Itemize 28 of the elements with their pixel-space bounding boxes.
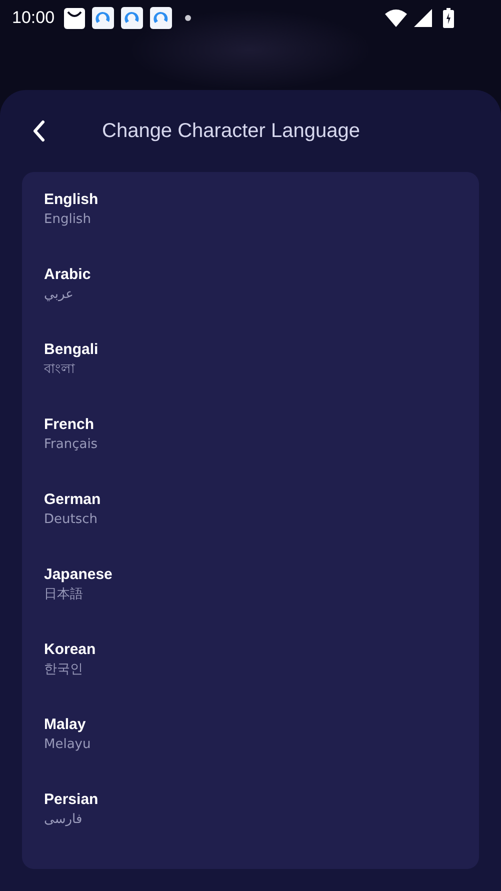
signal-icon xyxy=(414,9,432,27)
language-name[interactable]: Japanese xyxy=(44,565,112,585)
language-name[interactable]: Malay xyxy=(44,715,86,735)
language-native-name: فارسی xyxy=(44,811,82,829)
language-name[interactable]: Bengali xyxy=(44,340,98,360)
notification-dot-icon xyxy=(184,15,191,21)
battery-icon xyxy=(443,8,454,28)
language-native-name: 日本語 xyxy=(44,586,83,604)
wifi-icon xyxy=(385,9,407,27)
language-native-name: বাংলা xyxy=(44,361,75,379)
status-time: 10:00 xyxy=(12,8,55,28)
language-name[interactable]: Korean xyxy=(44,640,96,660)
app-icon xyxy=(92,7,114,29)
language-native-name: 한국인 xyxy=(44,661,83,679)
language-native-name: Deutsch xyxy=(44,511,98,529)
screen-title: Change Character Language xyxy=(102,120,360,142)
language-name[interactable]: Arabic xyxy=(44,265,91,285)
language-native-name: Melayu xyxy=(44,736,91,754)
language-name[interactable]: German xyxy=(44,490,101,510)
language-name[interactable]: French xyxy=(44,415,94,435)
language-native-name: Français xyxy=(44,436,98,454)
app-icon xyxy=(120,7,143,29)
language-native-name: عربي xyxy=(44,286,74,304)
language-native-name: English xyxy=(44,211,91,229)
mail-icon xyxy=(64,8,85,28)
language-name[interactable]: Persian xyxy=(44,790,98,810)
app-icon xyxy=(150,7,172,29)
language-name[interactable]: English xyxy=(44,190,98,210)
